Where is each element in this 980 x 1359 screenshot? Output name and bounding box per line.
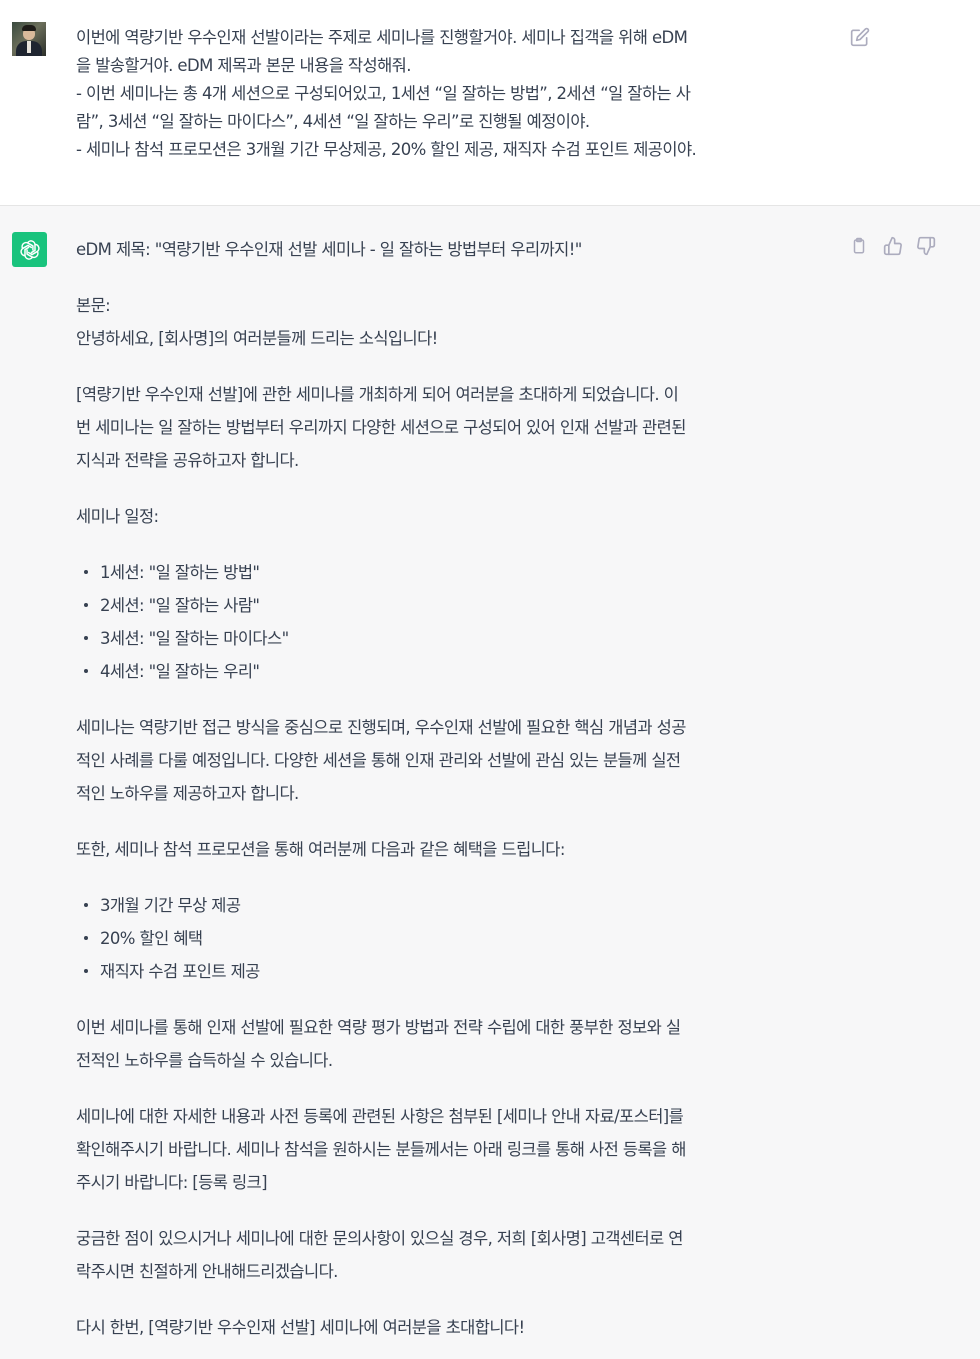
registration-line: 확인해주시기 바랍니다. 세미나 참석을 원하시는 분들께서는 아래 링크를 통… — [76, 1140, 686, 1159]
registration-line: 세미나에 대한 자세한 내용과 사전 등록에 관련된 사항은 첨부된 [세미나 … — [76, 1107, 684, 1126]
intro-line: [역량기반 우수인재 선발]에 관한 세미나를 개최하게 되어 여러분을 초대하… — [76, 385, 679, 404]
edm-subject: eDM 제목: "역량기반 우수인재 선발 세미나 - 일 잘하는 방법부터 우… — [76, 240, 582, 259]
list-item: 20% 할인 혜택 — [76, 922, 846, 955]
assistant-message: eDM 제목: "역량기반 우수인재 선발 세미나 - 일 잘하는 방법부터 우… — [0, 206, 980, 1359]
list-item: 2세션: "일 잘하는 사람" — [76, 589, 846, 622]
edit-icon[interactable] — [850, 27, 870, 47]
user-line: 람”, 3세션 “일 잘하는 마이다스”, 4세션 “일 잘하는 우리”로 진행… — [76, 112, 590, 131]
openai-logo-icon — [12, 232, 47, 267]
list-item: 3세션: "일 잘하는 마이다스" — [76, 622, 846, 655]
body-label: 본문: — [76, 296, 111, 315]
description-line: 적인 사례를 다룰 예정입니다. 다양한 세션을 통해 인재 관리와 선발에 관… — [76, 751, 681, 770]
registration-line: 주시기 바랍니다: [등록 링크] — [76, 1173, 268, 1192]
intro-line: 지식과 전략을 공유하고자 합니다. — [76, 451, 299, 470]
list-item: 재직자 수검 포인트 제공 — [76, 955, 846, 988]
schedule-label: 세미나 일정: — [76, 507, 159, 526]
assistant-message-text: eDM 제목: "역량기반 우수인재 선발 세미나 - 일 잘하는 방법부터 우… — [76, 233, 846, 1344]
value-line: 이번 세미나를 통해 인재 선발에 필요한 역량 평가 방법과 전략 수립에 대… — [76, 1018, 681, 1037]
user-line: - 이번 세미나는 총 4개 세션으로 구성되어있고, 1세션 “일 잘하는 방… — [76, 84, 691, 103]
user-line: 이번에 역량기반 우수인재 선발이라는 주제로 세미나를 진행할거야. 세미나 … — [76, 28, 688, 47]
benefit-list: 3개월 기간 무상 제공 20% 할인 혜택 재직자 수검 포인트 제공 — [76, 889, 846, 988]
user-line: - 세미나 참석 프로모션은 3개월 기간 무상제공, 20% 할인 제공, 재… — [76, 140, 697, 159]
list-item: 4세션: "일 잘하는 우리" — [76, 655, 846, 688]
session-list: 1세션: "일 잘하는 방법" 2세션: "일 잘하는 사람" 3세션: "일 … — [76, 556, 846, 688]
user-avatar — [12, 22, 46, 56]
thumbs-up-icon[interactable] — [883, 236, 903, 256]
closing-line: 다시 한번, [역량기반 우수인재 선발] 세미나에 여러분을 초대합니다! — [76, 1318, 525, 1337]
contact-line: 궁금한 점이 있으시거나 세미나에 대한 문의사항이 있으실 경우, 저희 [회… — [76, 1229, 683, 1248]
description-line: 세미나는 역량기반 접근 방식을 중심으로 진행되며, 우수인재 선발에 필요한… — [76, 718, 686, 737]
clipboard-icon[interactable] — [850, 236, 870, 256]
thumbs-down-icon[interactable] — [916, 236, 936, 256]
user-message: 이번에 역량기반 우수인재 선발이라는 주제로 세미나를 진행할거야. 세미나 … — [0, 0, 980, 206]
description-line: 적인 노하우를 제공하고자 합니다. — [76, 784, 299, 803]
message-actions — [850, 236, 950, 256]
promo-label: 또한, 세미나 참석 프로모션을 통해 여러분께 다음과 같은 혜택을 드립니다… — [76, 840, 565, 859]
user-message-text: 이번에 역량기반 우수인재 선발이라는 주제로 세미나를 진행할거야. 세미나 … — [76, 24, 836, 164]
list-item: 3개월 기간 무상 제공 — [76, 889, 846, 922]
contact-line: 락주시면 친절하게 안내해드리겠습니다. — [76, 1262, 338, 1281]
value-line: 전적인 노하우를 습득하실 수 있습니다. — [76, 1051, 333, 1070]
greeting: 안녕하세요, [회사명]의 여러분들께 드리는 소식입니다! — [76, 329, 438, 348]
user-line: 을 발송할거야. eDM 제목과 본문 내용을 작성해줘. — [76, 56, 412, 75]
list-item: 1세션: "일 잘하는 방법" — [76, 556, 846, 589]
intro-line: 번 세미나는 일 잘하는 방법부터 우리까지 다양한 세션으로 구성되어 있어 … — [76, 418, 686, 437]
